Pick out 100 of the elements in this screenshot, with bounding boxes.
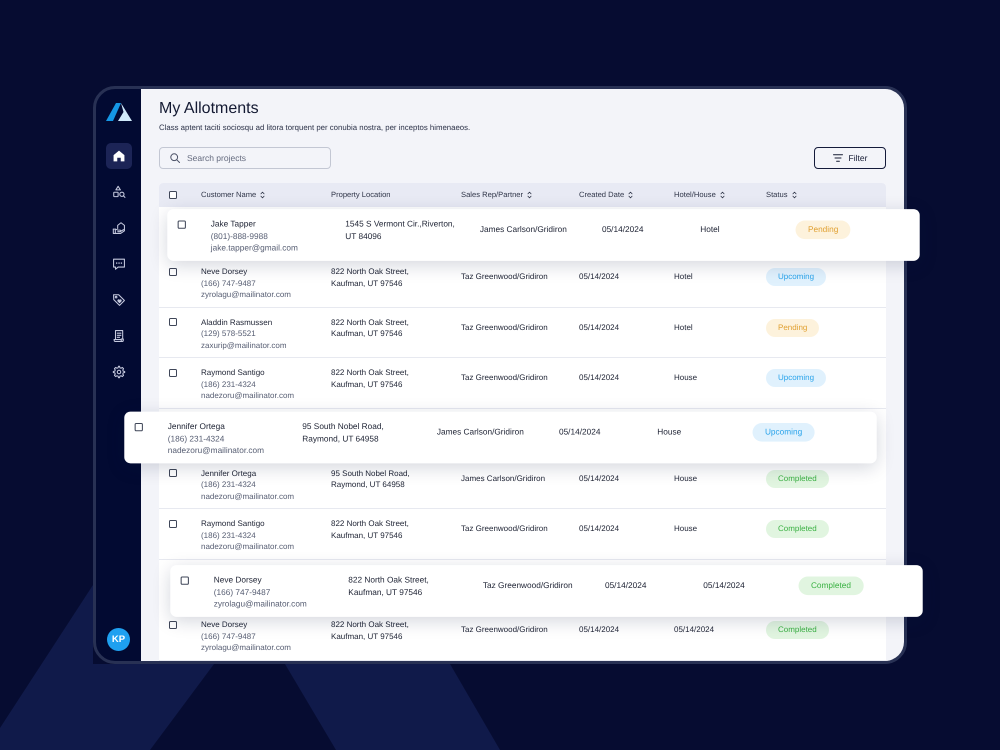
settings-icon (112, 365, 126, 379)
sales-rep: Taz Greenwood/Gridiron (461, 271, 548, 283)
status-badge: Completed (766, 621, 829, 640)
created-date: 05/14/2024 (579, 523, 620, 535)
property-location: 822 North Oak Street, Kaufman, UT 97546 (348, 574, 429, 598)
created-date: 05/14/2024 (604, 579, 646, 592)
row-checkbox[interactable] (180, 576, 189, 584)
created-date: 05/14/2024 (602, 224, 644, 236)
raised-row-card[interactable]: Neve Dorsey (166) 747-9487 zyrolagu@mailinator.com 822 North Oak Street, Kaufman, UT 97546 Taz Greenwood/Gridiron 05/14/2024 05/14/2024 Completed (170, 564, 923, 617)
home-icon (112, 149, 126, 163)
filter-icon (832, 154, 843, 162)
row-checkbox[interactable] (169, 318, 177, 326)
phone-number: (801)-888-9988 (210, 230, 268, 242)
status-badge: Pending (766, 318, 820, 337)
sales-rep: James Carlson/Gridiron (480, 224, 567, 236)
sales-rep: James Carlson/Gridiron (436, 426, 524, 438)
created-date: 05/14/2024 (579, 322, 620, 334)
status-badge: Pending (796, 220, 851, 240)
hotel-house: Hotel (674, 271, 693, 283)
phone-number: (186) 231-4324 (201, 530, 256, 542)
sort-icon (260, 191, 266, 199)
raised-row-card[interactable]: Jake Tapper (801)-888-9988 jake.tapper@gmail.com 1545 S Vermont Cir.,Riverton, UT 84096 James Carlson/Gridiron 05/14/2024 Hotel Pending (167, 209, 920, 262)
customer-name: Raymond Santigo (201, 518, 265, 530)
status-badge: Completed (798, 576, 864, 595)
raised-row-card[interactable]: Jennifer Ortega (186) 231-4324 nadezoru@mailinator.com 95 South Nobel Road, Raymond, UT 64958 James Carlson/Gridiron 05/14/2024 House Upcoming (124, 411, 877, 464)
select-all-checkbox[interactable] (169, 191, 177, 199)
phone-number: (186) 231-4324 (201, 479, 256, 491)
filter-button[interactable]: Filter (814, 147, 886, 169)
created-date: 05/14/2024 (579, 271, 620, 283)
email-address: nadezoru@mailinator.com (201, 390, 294, 402)
email-address: zyrolagu@mailinator.com (214, 598, 307, 610)
customer-name: Aladdin Rasmussen (201, 316, 272, 328)
property-location: 1545 S Vermont Cir.,Riverton, UT 84096 (345, 218, 455, 242)
created-date: 05/14/2024 (579, 372, 620, 384)
tag-icon (112, 293, 126, 307)
property-location: 822 North Oak Street, Kaufman, UT 97546 (331, 619, 409, 642)
property-location: 95 South Nobel Road, Raymond, UT 64958 (302, 420, 384, 444)
sales-rep: Taz Greenwood/Gridiron (461, 322, 548, 334)
phone-number: (129) 578-5521 (201, 328, 256, 340)
phone-number: (186) 231-4324 (168, 432, 224, 444)
customer-name: Raymond Santigo (201, 367, 265, 379)
status-badge: Completed (766, 520, 829, 538)
sales-rep: Taz Greenwood/Gridiron (461, 624, 548, 636)
shapes-search-icon (112, 185, 126, 199)
document-icon (112, 329, 126, 343)
email-address: jake.tapper@gmail.com (210, 242, 298, 254)
search-field[interactable]: Search projects (159, 147, 331, 169)
email-address: zaxurip@mailinator.com (201, 340, 286, 352)
row-checkbox[interactable] (169, 469, 177, 478)
customer-name: Jennifer Ortega (168, 420, 225, 432)
created-date: 05/14/2024 (579, 472, 620, 484)
property-location: 822 North Oak Street, Kaufman, UT 97546 (331, 266, 409, 290)
status-badge: Upcoming (766, 369, 826, 388)
customer-name: Jake Tapper (210, 218, 256, 230)
row-checkbox[interactable] (134, 422, 143, 430)
search-icon (170, 153, 180, 163)
sales-rep: Taz Greenwood/Gridiron (461, 523, 548, 535)
customer-name: Neve Dorsey (201, 619, 248, 631)
sidebar-item[interactable] (106, 143, 132, 169)
phone-number: (166) 747-9487 (201, 630, 256, 642)
status-badge: Upcoming (752, 422, 815, 442)
row-checkbox[interactable] (169, 368, 177, 377)
property-location: 822 North Oak Street, Kaufman, UT 97546 (331, 518, 409, 542)
house-hand-icon (112, 221, 126, 235)
status-badge: Upcoming (766, 268, 826, 286)
logo-icon (106, 103, 132, 121)
sales-rep: James Carlson/Gridiron (461, 472, 546, 484)
created-date: 05/14/2024 (579, 624, 620, 636)
hotel-house: 05/14/2024 (674, 624, 714, 636)
row-checkbox[interactable] (178, 220, 186, 228)
phone-number: (186) 231-4324 (201, 378, 256, 390)
hotel-house: House (674, 472, 698, 484)
sort-icon (527, 191, 532, 199)
email-address: zyrolagu@mailinator.com (201, 642, 291, 654)
sort-icon (628, 191, 634, 199)
customer-name: Neve Dorsey (201, 266, 248, 278)
page-title: My Allotments (159, 99, 259, 119)
phone-number: (166) 747-9487 (214, 586, 270, 598)
hotel-house: 05/14/2024 (703, 579, 745, 592)
email-address: nadezoru@mailinator.com (201, 541, 294, 553)
property-location: 822 North Oak Street, Kaufman, UT 97546 (331, 367, 409, 390)
row-checkbox[interactable] (169, 268, 177, 276)
sort-icon (720, 191, 725, 199)
hotel-house: Hotel (674, 322, 693, 334)
email-address: zyrolagu@mailinator.com (201, 289, 291, 301)
customer-name: Jennifer Ortega (201, 468, 256, 480)
customer-name: Neve Dorsey (214, 574, 262, 586)
hotel-house: House (674, 523, 698, 535)
row-checkbox[interactable] (169, 620, 177, 629)
row-checkbox[interactable] (169, 520, 177, 528)
chat-icon (112, 257, 126, 271)
email-address: nadezoru@mailinator.com (201, 490, 294, 502)
created-date: 05/14/2024 (558, 426, 600, 438)
sales-rep: Taz Greenwood/Gridiron (482, 579, 573, 592)
sales-rep: Taz Greenwood/Gridiron (461, 372, 548, 384)
hotel-house: House (674, 372, 698, 384)
email-address: nadezoru@mailinator.com (168, 444, 264, 456)
hotel-house: House (657, 426, 682, 438)
status-badge: Completed (766, 470, 829, 488)
property-location: 822 North Oak Street, Kaufman, UT 97546 (331, 316, 409, 340)
